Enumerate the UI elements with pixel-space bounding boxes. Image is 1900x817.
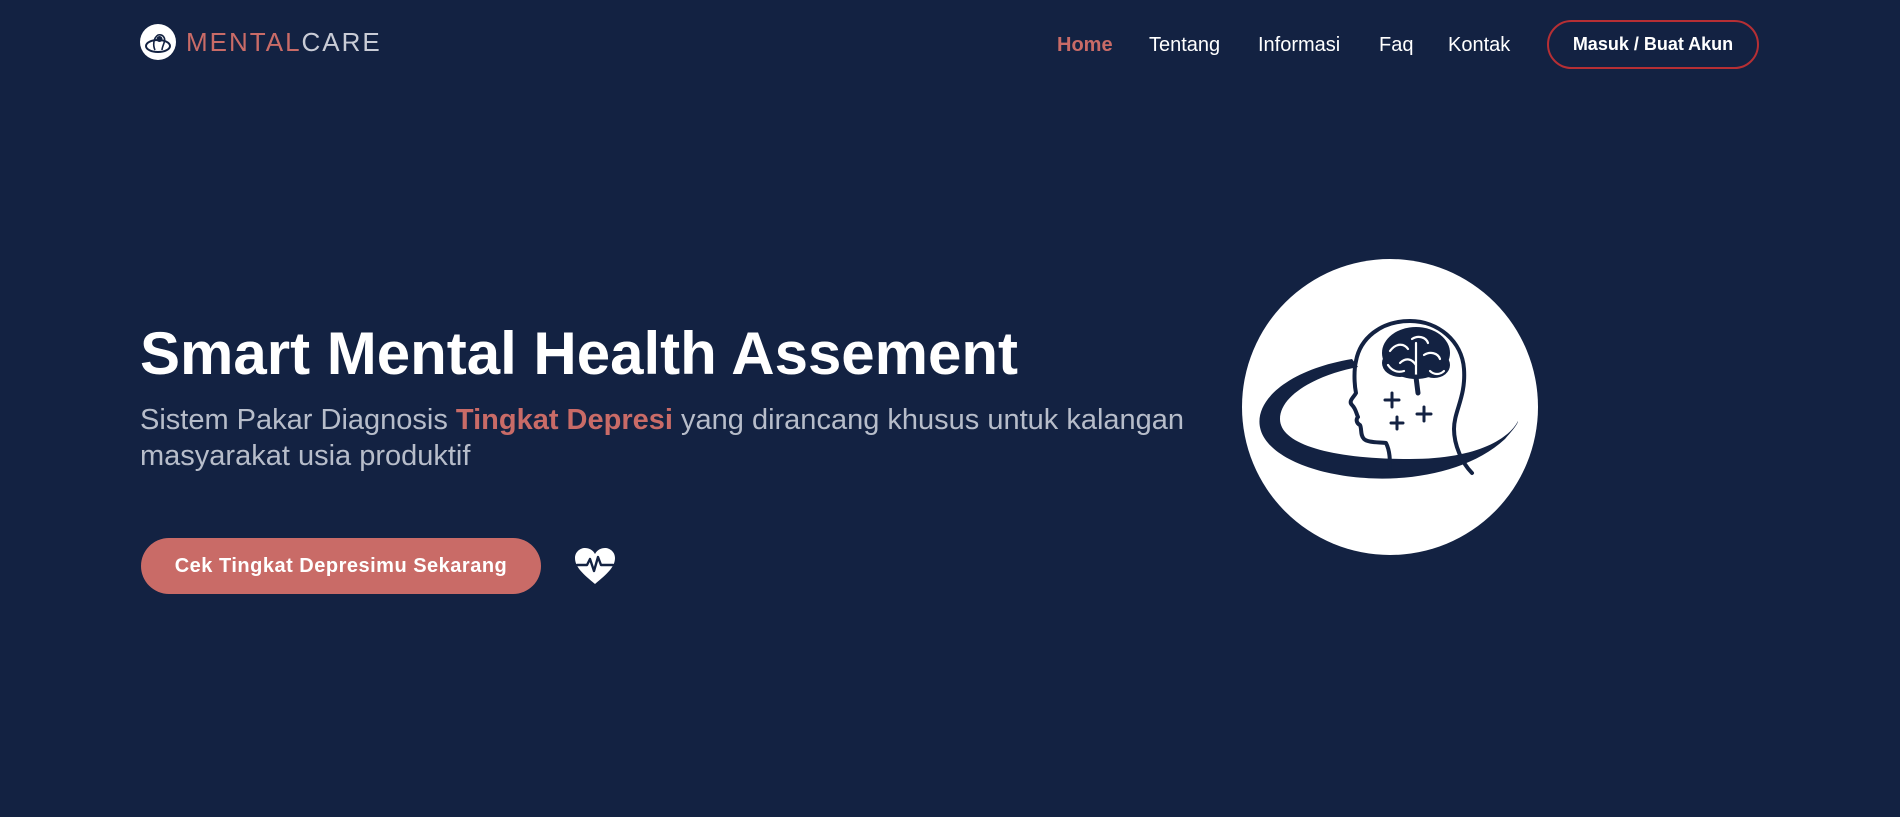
hero-subtitle-intro: Sistem Pakar Diagnosis [140,404,456,436]
hero-subtitle: Sistem Pakar Diagnosis Tingkat Depresi y… [140,402,1220,474]
nav-home[interactable]: Home [1057,32,1113,58]
brand-name-care: CARE [301,27,382,57]
nav-faq[interactable]: Faq [1379,32,1413,58]
hero-title: Smart Mental Health Assement [140,320,1019,387]
brand-name: MENTALCARE [186,24,382,60]
nav-tentang[interactable]: Tentang [1149,32,1220,58]
brain-head-icon [140,24,176,60]
hero-subtitle-highlight: Tingkat Depresi [455,404,673,436]
check-depression-button[interactable]: Cek Tingkat Depresimu Sekarang [141,538,541,594]
nav-informasi[interactable]: Informasi [1258,32,1340,58]
brand-logo[interactable]: MENTALCARE [140,24,382,60]
login-register-button[interactable]: Masuk / Buat Akun [1547,20,1759,69]
heart-pulse-icon[interactable] [572,545,618,587]
brand-name-mental: MENTAL [186,27,302,57]
nav-kontak[interactable]: Kontak [1448,32,1510,58]
site-header: MENTALCARE Home Tentang Informasi Faq Ko… [0,0,1900,90]
mental-health-head-icon [1240,259,1540,555]
